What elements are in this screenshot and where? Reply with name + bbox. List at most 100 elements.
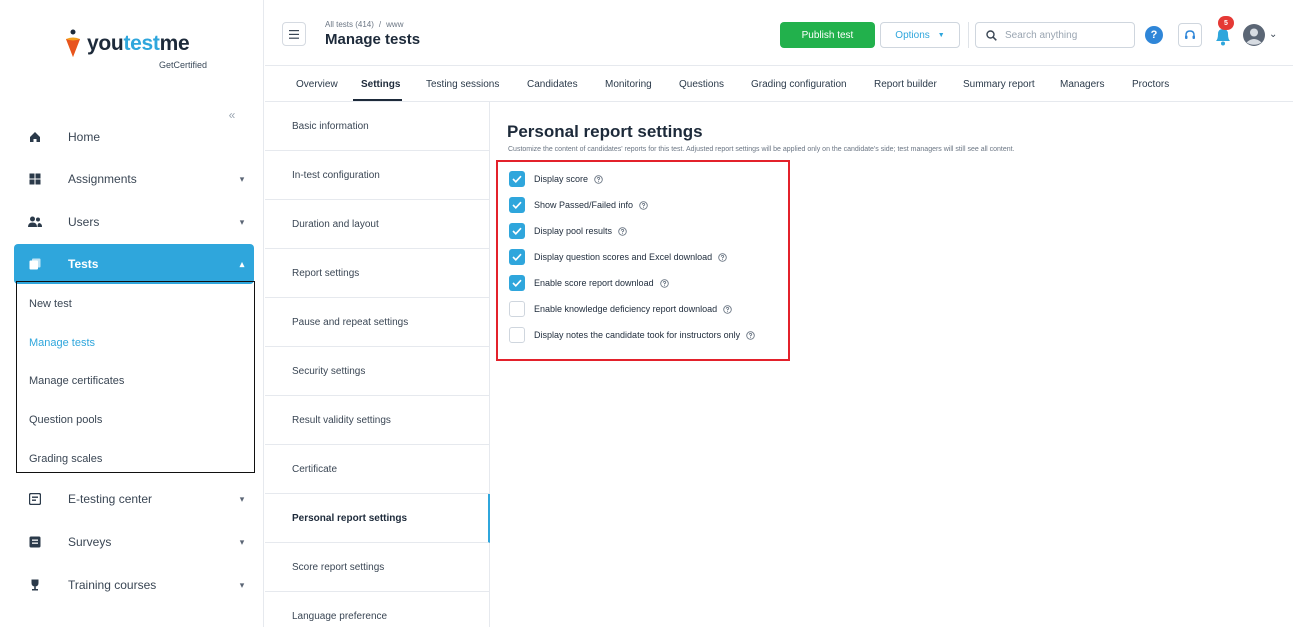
logo-word-prefix: you	[87, 32, 124, 55]
option-label: Display notes the candidate took for ins…	[534, 330, 741, 340]
settings-item-language-preference[interactable]: Language preference	[265, 592, 490, 627]
chevron-up-icon: ▴	[239, 258, 245, 269]
tab-candidates[interactable]: Candidates	[527, 79, 578, 90]
option-display-score[interactable]: Display score	[509, 171, 603, 187]
option-display-candidate-notes[interactable]: Display notes the candidate took for ins…	[509, 327, 755, 343]
avatar-chevron-down-icon[interactable]: ⌄	[1269, 29, 1277, 40]
assignments-icon	[26, 171, 44, 187]
settings-item-report-settings[interactable]: Report settings	[265, 249, 490, 298]
user-avatar[interactable]	[1242, 23, 1266, 47]
submenu-item-grading-scales[interactable]: Grading scales	[29, 451, 102, 467]
sidebar-item-surveys[interactable]: Surveys ▾	[14, 522, 254, 562]
help-icon[interactable]: ?	[1145, 26, 1163, 44]
section-description: Customize the content of candidates' rep…	[508, 146, 1015, 153]
headset-icon	[1185, 30, 1195, 39]
option-label: Show Passed/Failed info	[534, 200, 634, 210]
checkbox[interactable]	[509, 197, 525, 213]
info-icon[interactable]	[594, 174, 603, 184]
tab-monitoring[interactable]: Monitoring	[605, 79, 652, 90]
info-icon[interactable]	[718, 252, 727, 262]
info-icon[interactable]	[639, 200, 648, 210]
settings-menu: Basic information In-test configuration …	[265, 102, 490, 627]
checkmark-icon	[512, 201, 522, 209]
tab-testing-sessions[interactable]: Testing sessions	[426, 79, 499, 90]
checkmark-icon	[512, 227, 522, 235]
breadcrumb-parent-link[interactable]: All tests (414)	[325, 20, 374, 29]
settings-item-basic-information[interactable]: Basic information	[265, 102, 490, 151]
settings-item-in-test-configuration[interactable]: In-test configuration	[265, 151, 490, 200]
checkbox[interactable]	[509, 249, 525, 265]
submenu-item-manage-certificates[interactable]: Manage certificates	[29, 373, 124, 389]
sidebar-item-label: Home	[68, 130, 101, 144]
settings-item-certificate[interactable]: Certificate	[265, 445, 490, 494]
info-icon[interactable]	[618, 226, 627, 236]
sidebar-item-label: Training courses	[68, 578, 157, 592]
tab-proctors[interactable]: Proctors	[1132, 79, 1169, 90]
tests-icon	[26, 256, 44, 272]
e-testing-icon	[26, 491, 44, 507]
option-knowledge-deficiency-report[interactable]: Enable knowledge deficiency report downl…	[509, 301, 732, 317]
option-display-question-scores[interactable]: Display question scores and Excel downlo…	[509, 249, 727, 265]
option-enable-score-report-download[interactable]: Enable score report download	[509, 275, 669, 291]
sidebar-item-label: Users	[68, 215, 100, 229]
top-header: All tests (414) / www Manage tests Publish…	[265, 0, 1293, 66]
tab-questions[interactable]: Questions	[679, 79, 724, 90]
logo[interactable]: youtestme GetCertified	[65, 28, 215, 70]
info-icon[interactable]	[659, 278, 669, 288]
logo-wordmark: youtestme	[87, 32, 190, 56]
search-input[interactable]: Search anything	[975, 22, 1135, 48]
options-label: Options	[895, 29, 930, 41]
settings-item-security-settings[interactable]: Security settings	[265, 347, 490, 396]
settings-item-score-report-settings[interactable]: Score report settings	[265, 543, 490, 592]
sidebar-item-tests[interactable]: Tests ▴	[14, 244, 254, 284]
breadcrumb-separator: /	[378, 20, 382, 29]
checkbox[interactable]	[509, 171, 525, 187]
logo-word-accent: test	[123, 32, 160, 55]
chevron-down-icon: ▾	[239, 173, 245, 184]
checkbox[interactable]	[509, 301, 525, 317]
submenu-item-manage-tests[interactable]: Manage tests	[29, 335, 95, 351]
tab-settings[interactable]: Settings	[361, 79, 400, 90]
settings-item-personal-report-settings[interactable]: Personal report settings	[265, 494, 490, 543]
info-icon[interactable]	[723, 304, 732, 314]
option-display-pool-results[interactable]: Display pool results	[509, 223, 627, 239]
sidebar-item-users[interactable]: Users ▾	[14, 202, 254, 242]
sidebar-item-home[interactable]: Home	[14, 117, 254, 157]
option-label: Display question scores and Excel downlo…	[534, 252, 713, 262]
sidebar-item-label: Assignments	[68, 172, 137, 186]
sidebar-item-label: Tests	[68, 257, 99, 271]
support-headset-button[interactable]	[1178, 23, 1202, 47]
logo-tagline: GetCertified	[159, 60, 208, 70]
option-show-passed-failed-info[interactable]: Show Passed/Failed info	[509, 197, 648, 213]
tab-managers[interactable]: Managers	[1060, 79, 1104, 90]
submenu-item-new-test[interactable]: New test	[29, 296, 72, 312]
avatar-icon	[1243, 24, 1265, 46]
checkmark-icon	[512, 279, 522, 287]
trophy-icon	[26, 577, 44, 593]
notifications-button[interactable]: 5	[1210, 16, 1236, 48]
checkbox[interactable]	[509, 327, 525, 343]
users-icon	[26, 214, 44, 230]
options-dropdown-button[interactable]: Options ▼	[880, 22, 960, 48]
test-tabs: Overview Settings Testing sessions Candi…	[265, 66, 1293, 102]
sidebar-item-assignments[interactable]: Assignments ▾	[14, 159, 254, 199]
chevron-down-icon: ▾	[239, 536, 245, 547]
tab-overview[interactable]: Overview	[296, 79, 338, 90]
app-root: youtestme GetCertified « Home Assignment…	[0, 0, 1293, 627]
tab-report-builder[interactable]: Report builder	[874, 79, 937, 90]
info-icon[interactable]	[746, 330, 755, 340]
tab-summary-report[interactable]: Summary report	[963, 79, 1035, 90]
home-icon	[26, 129, 44, 145]
page-title: Manage tests	[325, 31, 421, 48]
sidebar-item-e-testing-center[interactable]: E-testing center ▾	[14, 479, 254, 519]
settings-item-pause-and-repeat[interactable]: Pause and repeat settings	[265, 298, 490, 347]
settings-item-duration-and-layout[interactable]: Duration and layout	[265, 200, 490, 249]
tab-grading-configuration[interactable]: Grading configuration	[751, 79, 847, 90]
hamburger-menu-button[interactable]	[282, 22, 306, 46]
settings-item-result-validity[interactable]: Result validity settings	[265, 396, 490, 445]
submenu-item-question-pools[interactable]: Question pools	[29, 412, 102, 428]
sidebar-item-training-courses[interactable]: Training courses ▾	[14, 565, 254, 605]
checkbox[interactable]	[509, 223, 525, 239]
checkbox[interactable]	[509, 275, 525, 291]
publish-test-button[interactable]: Publish test	[780, 22, 875, 48]
